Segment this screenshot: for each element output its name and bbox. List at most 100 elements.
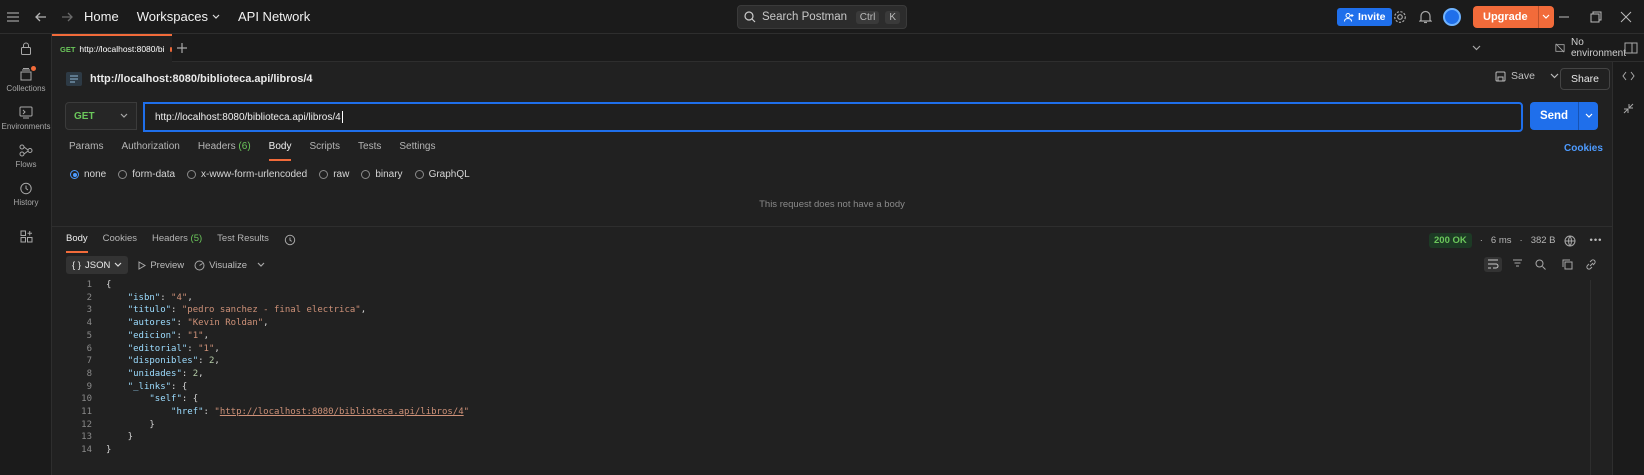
sidebar-item-label: History bbox=[13, 198, 39, 207]
sidebar-item-environments[interactable]: Environments bbox=[0, 106, 52, 131]
response-tab-cookies[interactable]: Cookies bbox=[103, 233, 137, 253]
save-button[interactable]: Save bbox=[1495, 70, 1559, 82]
lock-icon[interactable] bbox=[0, 42, 52, 55]
radio-label: raw bbox=[333, 169, 350, 180]
sidebar-item-flows[interactable]: Flows bbox=[0, 144, 52, 169]
more-options-icon[interactable]: ••• bbox=[1590, 235, 1603, 246]
no-body-message: This request does not have a body bbox=[759, 199, 905, 210]
preview-button[interactable]: Preview bbox=[138, 260, 184, 271]
globe-icon[interactable] bbox=[1564, 235, 1576, 247]
json-line: "autores": "Kevin Roldan", bbox=[127, 318, 269, 329]
cookies-link[interactable]: Cookies bbox=[1564, 143, 1603, 154]
radio-form-data[interactable]: form-data bbox=[118, 169, 175, 180]
right-panel-toggle-icon[interactable] bbox=[1624, 42, 1638, 54]
play-icon bbox=[138, 260, 147, 270]
response-size[interactable]: 382 B bbox=[1531, 235, 1556, 246]
close-icon[interactable] bbox=[1620, 11, 1632, 23]
response-tab-headers[interactable]: Headers (5) bbox=[152, 233, 202, 253]
chevron-down-icon bbox=[1542, 14, 1550, 19]
preview-label: Preview bbox=[150, 259, 185, 271]
avatar[interactable] bbox=[1443, 8, 1461, 26]
response-scrollbar[interactable] bbox=[1590, 280, 1598, 475]
settings-gear-icon[interactable] bbox=[1393, 10, 1407, 24]
sidebar-item-history[interactable]: History bbox=[0, 182, 52, 207]
response-divider[interactable] bbox=[52, 226, 1644, 227]
back-arrow-icon[interactable] bbox=[28, 4, 54, 30]
notification-dot bbox=[31, 66, 36, 71]
response-time[interactable]: 6 ms bbox=[1491, 235, 1512, 246]
response-status: 200 OK · 6 ms · 382 B ••• bbox=[1429, 233, 1603, 248]
forward-arrow-icon[interactable] bbox=[54, 4, 80, 30]
tab-settings[interactable]: Settings bbox=[399, 141, 435, 161]
search-icon[interactable] bbox=[1533, 257, 1548, 272]
send-button[interactable]: Send bbox=[1530, 102, 1598, 130]
status-badge[interactable]: 200 OK bbox=[1429, 233, 1472, 248]
request-title[interactable]: http://localhost:8080/biblioteca.api/lib… bbox=[90, 73, 313, 85]
json-line: "_links": { bbox=[127, 381, 188, 392]
copy-icon[interactable] bbox=[1560, 257, 1575, 272]
radio-none[interactable]: none bbox=[70, 169, 106, 180]
tab-body[interactable]: Body bbox=[268, 141, 291, 161]
response-history-icon[interactable] bbox=[284, 234, 296, 253]
tab-params[interactable]: Params bbox=[69, 141, 103, 161]
response-tab-body[interactable]: Body bbox=[66, 233, 88, 253]
wrap-lines-icon[interactable] bbox=[1484, 257, 1502, 272]
minimize-icon[interactable] bbox=[1558, 11, 1570, 23]
radio-label: GraphQL bbox=[428, 169, 470, 180]
sidebar-item-collections[interactable]: Collections bbox=[0, 66, 52, 93]
chevron-down-icon[interactable] bbox=[1550, 73, 1559, 79]
line-number: 12 bbox=[81, 419, 92, 430]
related-collapse-icon[interactable] bbox=[1623, 103, 1634, 114]
tabs-dropdown-chevron-icon[interactable] bbox=[1472, 45, 1481, 51]
radio-raw[interactable]: raw bbox=[319, 169, 349, 180]
tab-authorization[interactable]: Authorization bbox=[121, 141, 179, 161]
json-line: } bbox=[106, 419, 155, 430]
radio-circle bbox=[414, 170, 424, 179]
response-tabs: Body Cookies Headers (5) Test Results bbox=[66, 233, 296, 253]
filter-icon[interactable] bbox=[1510, 257, 1525, 272]
restore-icon[interactable] bbox=[1590, 11, 1602, 23]
invite-button[interactable]: Invite bbox=[1337, 8, 1393, 26]
environment-label: No environment bbox=[1570, 37, 1626, 59]
radio-binary[interactable]: binary bbox=[361, 169, 403, 180]
flows-icon bbox=[19, 144, 33, 157]
visualize-button[interactable]: Visualize bbox=[194, 260, 265, 271]
notification-bell-icon[interactable] bbox=[1419, 10, 1432, 24]
json-link[interactable]: http://localhost:8080/biblioteca.api/lib… bbox=[220, 407, 464, 417]
response-tab-test-results[interactable]: Test Results bbox=[217, 233, 269, 253]
json-line: } bbox=[106, 432, 134, 443]
json-key: "edicion" bbox=[127, 330, 177, 341]
tab-headers[interactable]: Headers (6) bbox=[198, 141, 251, 161]
search-bar[interactable]: Search Postman Ctrl K bbox=[737, 5, 907, 29]
new-tab-plus-icon[interactable] bbox=[176, 42, 188, 54]
url-value: http://localhost:8080/biblioteca.api/lib… bbox=[155, 111, 341, 123]
link-icon[interactable] bbox=[1583, 257, 1599, 272]
format-select[interactable]: { } JSON bbox=[66, 256, 129, 274]
api-network-link[interactable]: API Network bbox=[238, 9, 310, 24]
home-link[interactable]: Home bbox=[84, 9, 119, 24]
send-dropdown-arrow[interactable] bbox=[1578, 102, 1598, 130]
radio-graphql[interactable]: GraphQL bbox=[414, 169, 470, 180]
share-button[interactable]: Share bbox=[1560, 68, 1611, 90]
json-key: "titulo" bbox=[127, 305, 172, 316]
url-input[interactable]: http://localhost:8080/biblioteca.api/lib… bbox=[143, 102, 1523, 132]
menu-icon[interactable] bbox=[0, 4, 26, 30]
json-value: "Kevin Roldan" bbox=[187, 318, 264, 329]
chevron-down-icon[interactable] bbox=[257, 262, 265, 268]
tab-request[interactable]: GET http://localhost:8080/bi bbox=[52, 34, 172, 62]
tab-scripts[interactable]: Scripts bbox=[309, 141, 340, 161]
method-select[interactable]: GET bbox=[65, 102, 137, 130]
add-workbench-icon[interactable] bbox=[0, 230, 52, 243]
code-snippet-icon[interactable] bbox=[1622, 71, 1635, 81]
history-icon bbox=[20, 182, 32, 195]
search-icon bbox=[744, 11, 756, 23]
upgrade-button[interactable]: Upgrade bbox=[1473, 6, 1554, 28]
workspaces-menu[interactable]: Workspaces bbox=[137, 9, 220, 24]
radio-x-www-form-urlencoded[interactable]: x-www-form-urlencoded bbox=[187, 169, 307, 180]
tab-tests[interactable]: Tests bbox=[358, 141, 381, 161]
radio-circle bbox=[361, 170, 371, 179]
upgrade-dropdown-arrow[interactable] bbox=[1537, 6, 1554, 28]
json-line: "self": { bbox=[149, 394, 199, 405]
json-key: "isbn" bbox=[127, 292, 161, 303]
json-line: "edicion": "1", bbox=[127, 330, 209, 341]
